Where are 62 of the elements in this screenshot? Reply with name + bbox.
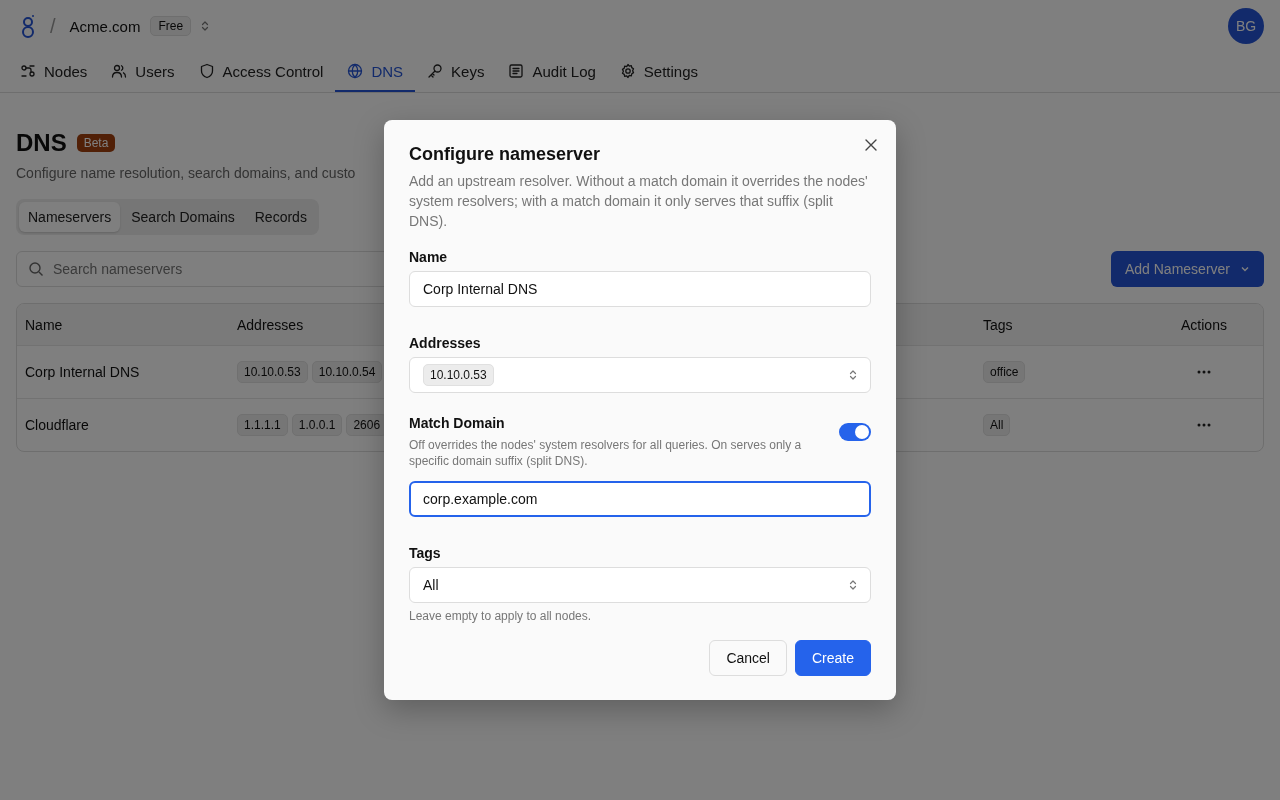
chevron-up-down-icon bbox=[849, 579, 857, 591]
addresses-select[interactable]: 10.10.0.53 bbox=[409, 357, 871, 393]
nav-tab[interactable]: DNS bbox=[335, 52, 416, 92]
dialog-title: Configure nameserver bbox=[409, 144, 602, 165]
page-subtitle: Configure name resolution, search domains, and custo bbox=[16, 165, 356, 181]
list-icon bbox=[508, 63, 525, 79]
address-chip: 10.10.0.53 bbox=[423, 364, 494, 386]
chevron-down-icon bbox=[1240, 264, 1250, 274]
org-name[interactable]: Acme.com bbox=[69, 17, 141, 35]
nav-tab[interactable]: Access Control bbox=[186, 52, 336, 92]
more-icon[interactable] bbox=[1197, 423, 1211, 427]
column-header: Tags bbox=[982, 316, 1014, 333]
tab[interactable]: Search Domains bbox=[122, 202, 244, 232]
globe-icon bbox=[347, 63, 364, 79]
field-label: Addresses bbox=[409, 335, 482, 351]
address-chip: 10.10.0.54 bbox=[311, 361, 383, 383]
users-icon bbox=[111, 63, 128, 79]
search-icon bbox=[28, 261, 44, 277]
chevron-up-down-icon bbox=[201, 20, 210, 32]
settings-icon bbox=[619, 63, 636, 79]
help-text: Leave empty to apply to all nodes. bbox=[409, 609, 593, 623]
chevron-up-down-icon bbox=[849, 369, 857, 381]
nav-tab[interactable]: Audit Log bbox=[496, 52, 608, 92]
connection-icon bbox=[20, 63, 36, 79]
more-icon[interactable] bbox=[1197, 370, 1211, 374]
shield-icon bbox=[198, 63, 215, 79]
add-nameserver-button[interactable]: Add Nameserver bbox=[1110, 251, 1264, 287]
name-input[interactable]: Corp Internal DNS bbox=[409, 271, 871, 307]
nav-tab[interactable]: Nodes bbox=[8, 52, 100, 92]
nav-tab[interactable]: Settings bbox=[607, 52, 711, 92]
dialog-description: Add an upstream resolver. Without a match domain it overrides the nodes' system resolvers; with a match domain it only serves that suffix (split DNS). bbox=[409, 172, 869, 231]
address-chip: 1.1.1.1 bbox=[237, 414, 288, 436]
key-icon bbox=[427, 63, 444, 79]
logo-icon[interactable] bbox=[20, 13, 36, 39]
match-domain-input[interactable]: corp.example.com bbox=[409, 481, 871, 517]
field-label: Tags bbox=[409, 545, 442, 561]
tag-chip: All bbox=[983, 414, 1011, 436]
table-cell-text: Cloudflare bbox=[24, 417, 90, 433]
field-label: Match Domain bbox=[409, 415, 506, 431]
page-title: DNS bbox=[16, 129, 67, 157]
field-label: Name bbox=[409, 249, 449, 265]
beta-badge: Beta bbox=[76, 134, 116, 152]
column-header: Name bbox=[24, 316, 64, 333]
tab[interactable]: Nameservers bbox=[19, 202, 121, 232]
tab[interactable]: Records bbox=[245, 202, 316, 232]
plan-badge: Free bbox=[150, 16, 192, 36]
table-cell-text: Corp Internal DNS bbox=[24, 364, 141, 380]
match-domain-toggle[interactable] bbox=[839, 423, 871, 441]
create-button[interactable]: Create bbox=[794, 640, 871, 676]
column-header: Actions bbox=[1181, 316, 1227, 333]
address-chip: 10.10.0.53 bbox=[237, 361, 308, 383]
column-header: Addresses bbox=[236, 316, 305, 333]
breadcrumb-separator: / bbox=[50, 14, 56, 38]
nav-tab[interactable]: Users bbox=[99, 52, 187, 92]
cancel-button[interactable]: Cancel bbox=[709, 640, 787, 676]
tag-chip: office bbox=[983, 361, 1026, 383]
tags-select[interactable]: All bbox=[409, 567, 871, 603]
nav-tab[interactable]: Keys bbox=[415, 52, 497, 92]
address-chip: 1.0.0.1 bbox=[291, 414, 343, 436]
help-text: Off overrides the nodes' system resolvers for all queries. On serves only a specific domain suffix (split DNS). bbox=[409, 437, 803, 469]
user-avatar[interactable]: BG bbox=[1228, 8, 1264, 44]
close-icon[interactable] bbox=[864, 138, 878, 152]
